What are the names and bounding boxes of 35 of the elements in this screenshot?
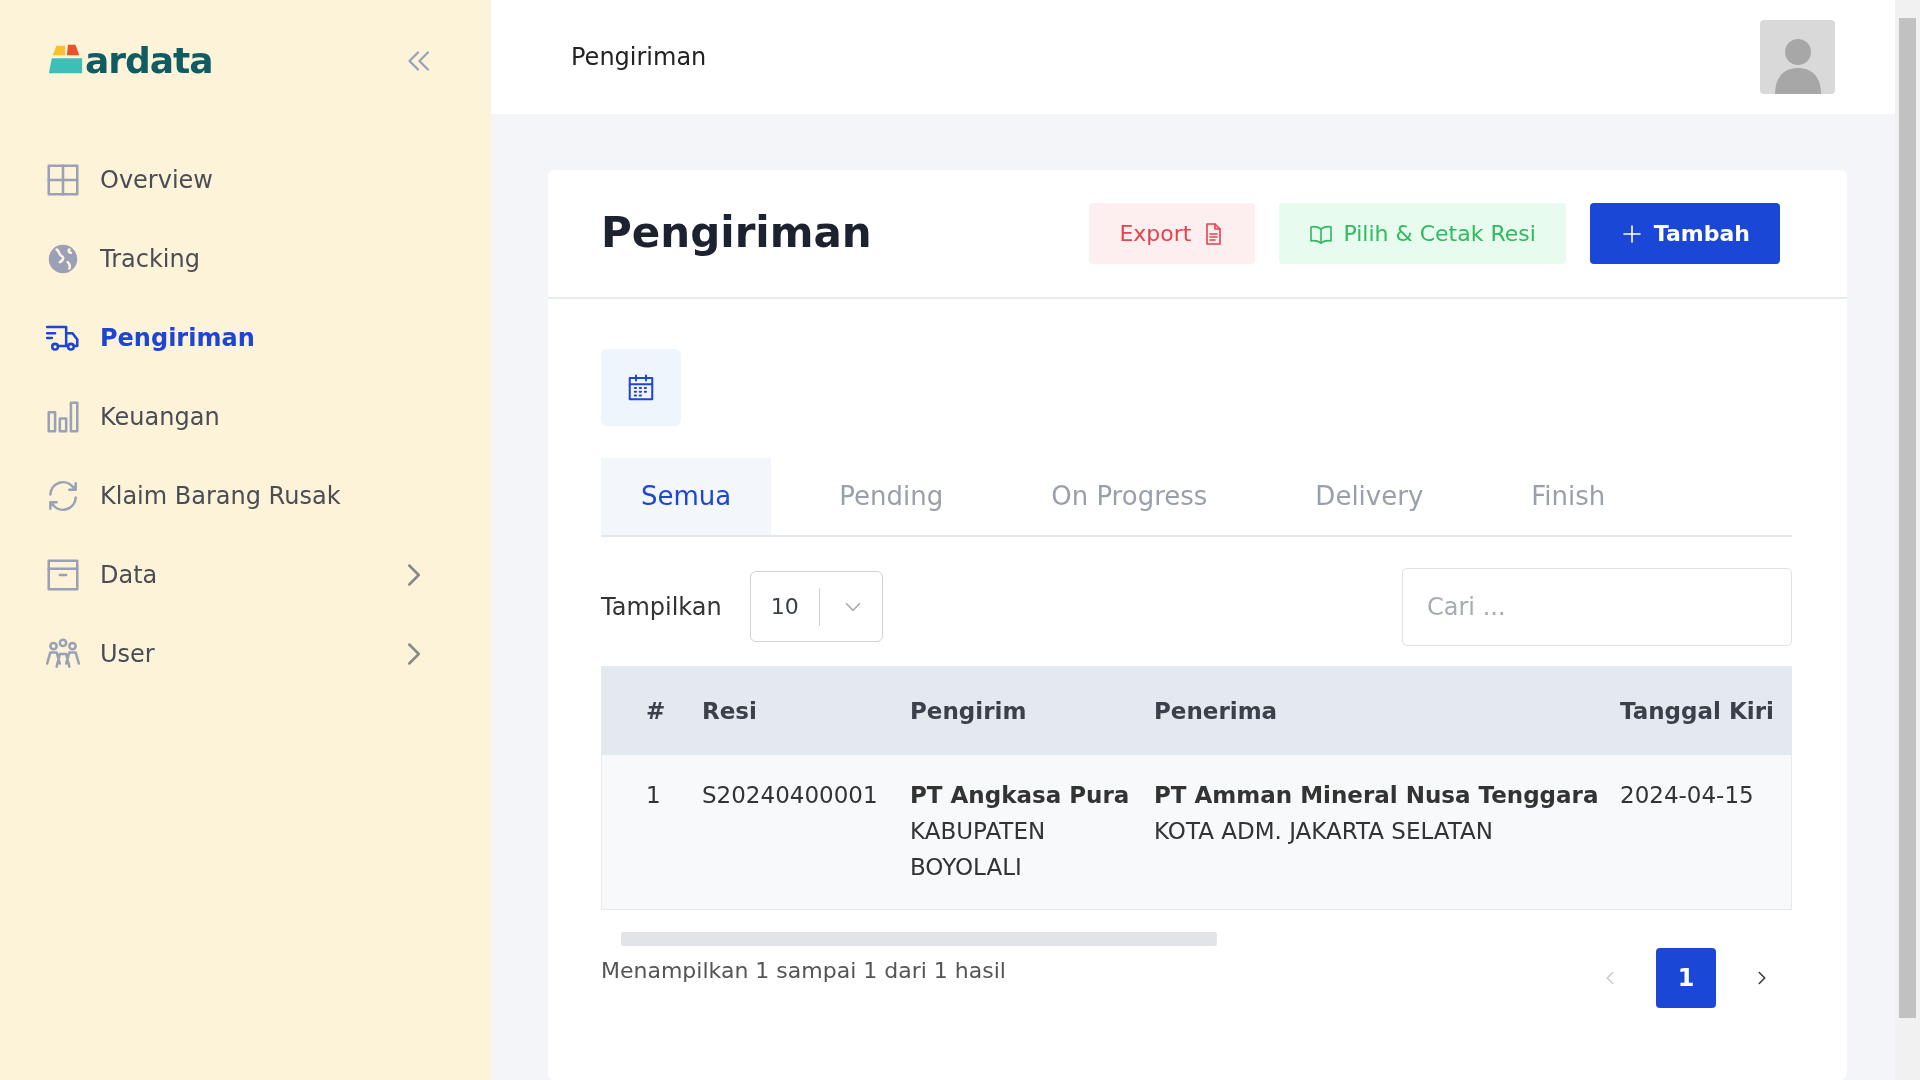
sidebar-item[interactable]: Keuangan <box>44 377 491 456</box>
table-cell: 2024-04-15 <box>1620 755 1791 909</box>
page-scrollbar[interactable] <box>1899 18 1916 1018</box>
page-button[interactable]: 1 <box>1656 948 1716 1008</box>
sidebar-item[interactable]: Tracking <box>44 219 491 298</box>
search-field[interactable]: Cari ... <box>1402 567 1792 646</box>
logo-text: ardata <box>85 39 213 83</box>
sidebar-item[interactable]: Overview <box>44 140 491 219</box>
avatar[interactable] <box>1760 20 1835 94</box>
page-title: Pengiriman <box>571 42 707 73</box>
add-button[interactable]: Tambah <box>1589 203 1780 264</box>
date-filter-button[interactable] <box>601 349 681 426</box>
party-city: KOTA ADM. JAKARTA SELATAN <box>1154 817 1494 846</box>
sidebar-item[interactable]: Klaim Barang Rusak <box>44 456 491 535</box>
column-header: # <box>602 667 702 755</box>
column-header: Pengirim <box>910 667 1154 755</box>
party-name: PT Angkasa Pura <box>910 781 1131 810</box>
table-cell: S20240400001 <box>702 755 910 909</box>
page-size-select[interactable]: 10 <box>749 571 883 642</box>
sidebar-item[interactable]: User <box>44 614 491 693</box>
card-title: Pengiriman <box>601 208 872 259</box>
party-city: KABUPATEN BOYOLALI <box>910 817 1047 882</box>
column-header: Tanggal Kiri <box>1620 667 1791 755</box>
export-button[interactable]: Export <box>1089 203 1256 264</box>
sidebar-item[interactable]: Pengiriman <box>44 298 491 377</box>
table-cell: 1 <box>602 755 702 909</box>
column-header: Penerima <box>1154 667 1620 755</box>
show-label: Tampilkan <box>601 591 722 623</box>
status-tab[interactable]: Semua <box>601 458 772 535</box>
column-header: Resi <box>702 667 910 755</box>
results-summary: Menampilkan 1 sampai 1 dari 1 hasil <box>601 957 1006 985</box>
sidebar-item[interactable]: Data <box>44 535 491 614</box>
calendar-icon <box>626 372 656 403</box>
party-name: PT Amman Mineral Nusa Tenggara <box>1154 781 1600 810</box>
horizontal-scrollbar[interactable] <box>621 932 1217 946</box>
